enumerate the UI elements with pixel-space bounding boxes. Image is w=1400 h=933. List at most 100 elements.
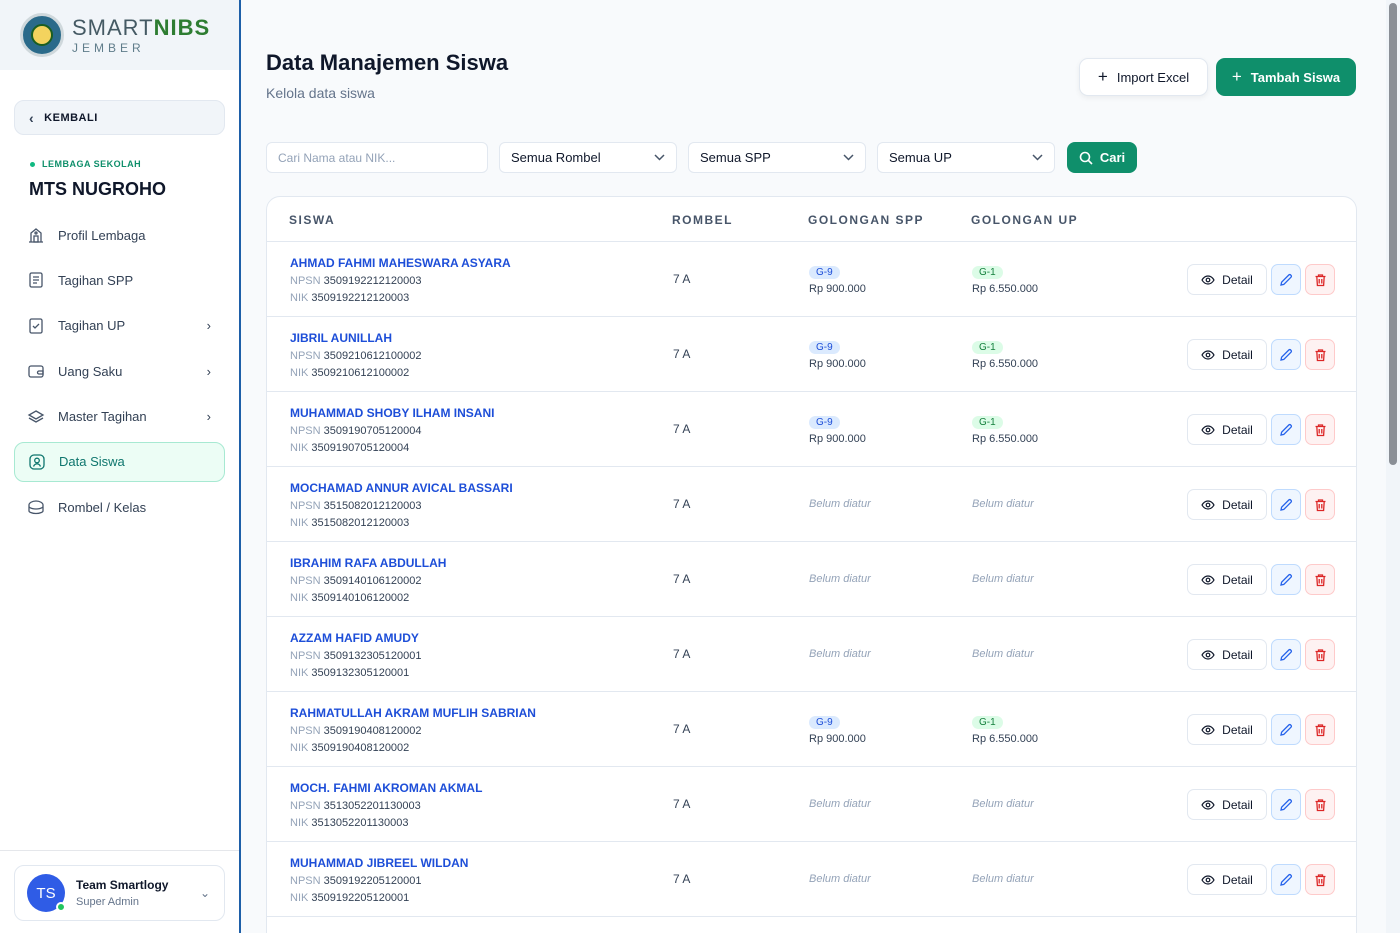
scrollbar-thumb[interactable]	[1389, 3, 1397, 465]
sidebar-item-profil-lembaga[interactable]: Profil Lembaga	[14, 215, 225, 255]
edit-button[interactable]	[1271, 714, 1301, 745]
edit-button[interactable]	[1271, 264, 1301, 295]
sidebar-item-label: Master Tagihan	[58, 409, 147, 425]
sidebar-item-master-tagihan[interactable]: Master Tagihan ›	[14, 397, 225, 437]
student-name-link[interactable]: JIBRIL AUNILLAH	[290, 331, 392, 345]
column-header-siswa: SISWA	[289, 213, 336, 227]
nik-value: 3509132305120001	[311, 667, 410, 679]
spp-cell: G-9 Rp 900.000	[809, 412, 866, 445]
up-unset: Belum diatur	[972, 498, 1034, 510]
up-amount: Rp 6.550.000	[972, 433, 1039, 445]
back-button[interactable]: ‹ KEMBALI	[14, 100, 225, 135]
student-name-link[interactable]: RAHMATULLAH AKRAM MUFLIH SABRIAN	[290, 706, 536, 720]
scrollbar[interactable]	[1386, 0, 1400, 933]
delete-button[interactable]	[1305, 789, 1335, 820]
sidebar-item-tagihan-spp[interactable]: Tagihan SPP	[14, 260, 225, 300]
edit-button[interactable]	[1271, 639, 1301, 670]
sidebar-item-data-siswa[interactable]: Data Siswa	[14, 441, 225, 482]
up-badge: G-1	[972, 416, 1003, 429]
sidebar-item-tagihan-up[interactable]: Tagihan UP ›	[14, 306, 225, 346]
sidebar-item-label: Data Siswa	[59, 454, 125, 470]
student-name-link[interactable]: MOCHAMAD ANNUR AVICAL BASSARI	[290, 481, 513, 495]
table-row: MOCHAMAD ANNUR AVICAL BASSARI NPSN 351508…	[267, 467, 1356, 542]
search-button[interactable]: Cari	[1067, 142, 1137, 173]
student-rombel: 7 A	[673, 797, 691, 811]
detail-button[interactable]: Detail	[1187, 864, 1267, 895]
spp-cell: G-9 Rp 900.000	[809, 337, 866, 370]
student-name-link[interactable]: MUHAMMAD JIBREEL WILDAN	[290, 856, 468, 870]
delete-button[interactable]	[1305, 564, 1335, 595]
trash-icon	[1314, 498, 1327, 512]
student-name-link[interactable]: IBRAHIM RAFA ABDULLAH	[290, 556, 446, 570]
detail-button[interactable]: Detail	[1187, 489, 1267, 520]
student-rombel: 7 A	[673, 272, 691, 286]
edit-button[interactable]	[1271, 489, 1301, 520]
edit-button[interactable]	[1271, 564, 1301, 595]
table-row: MUHAMMAD JIBREEL WILDAN NPSN 350919220512…	[267, 842, 1356, 917]
student-name-link[interactable]: MOCH. FAHMI AKROMAN AKMAL	[290, 781, 482, 795]
edit-button[interactable]	[1271, 339, 1301, 370]
sidebar-item-label: Tagihan UP	[58, 318, 126, 334]
status-dot-icon	[30, 161, 35, 167]
student-name-link[interactable]: MUHAMMAD SHOBY ILHAM INSANI	[290, 406, 494, 420]
up-select[interactable]: Semua UP	[877, 142, 1055, 173]
school-name: MTS NUGROHO	[29, 179, 166, 199]
table-row: MUHAMMAD SHOBY ILHAM INSANI NPSN 35091907…	[267, 392, 1356, 467]
rombel-select[interactable]: Semua Rombel	[499, 142, 677, 173]
checklist-icon	[27, 317, 45, 335]
search-input[interactable]	[266, 142, 488, 173]
student-nik: NIK 3509192205120001	[290, 892, 409, 904]
detail-button[interactable]: Detail	[1187, 339, 1267, 370]
nik-label: NIK	[290, 292, 309, 304]
delete-button[interactable]	[1305, 339, 1335, 370]
spp-cell: G-9 Rp 900.000	[809, 712, 866, 745]
user-role: Super Admin	[76, 896, 139, 908]
delete-button[interactable]	[1305, 639, 1335, 670]
student-rombel: 7 A	[673, 872, 691, 886]
detail-button-label: Detail	[1222, 722, 1253, 737]
student-name-link[interactable]: AZZAM HAFID AMUDY	[290, 631, 419, 645]
student-rombel: 7 A	[673, 422, 691, 436]
detail-button[interactable]: Detail	[1187, 414, 1267, 445]
delete-button[interactable]	[1305, 489, 1335, 520]
brand-name-light: SMART	[72, 14, 154, 40]
nik-label: NIK	[290, 592, 309, 604]
pencil-icon	[1279, 273, 1293, 287]
table-row: JIBRIL AUNILLAH NPSN 3509210612100002 NIK …	[267, 317, 1356, 392]
detail-button[interactable]: Detail	[1187, 264, 1267, 295]
avatar: TS	[27, 874, 66, 912]
delete-button[interactable]	[1305, 864, 1335, 895]
detail-button[interactable]: Detail	[1187, 789, 1267, 820]
detail-button[interactable]: Detail	[1187, 564, 1267, 595]
import-excel-button[interactable]: + Import Excel	[1079, 58, 1208, 96]
sidebar-item-uang-saku[interactable]: Uang Saku ›	[14, 351, 225, 391]
spp-select[interactable]: Semua SPP	[688, 142, 866, 173]
delete-button[interactable]	[1305, 714, 1335, 745]
edit-button[interactable]	[1271, 789, 1301, 820]
student-npsn: NPSN 3509192205120001	[290, 875, 422, 887]
detail-button-label: Detail	[1222, 422, 1253, 437]
up-cell: G-1 Rp 6.550.000	[972, 412, 1038, 445]
logo[interactable]: SMARTNIBS JEMBER	[0, 0, 239, 70]
table-body: AHMAD FAHMI MAHESWARA ASYARA NPSN 3509192…	[267, 242, 1356, 917]
nik-label: NIK	[290, 517, 309, 529]
detail-button[interactable]: Detail	[1187, 639, 1267, 670]
trash-icon	[1314, 423, 1327, 437]
user-menu[interactable]: TS Team Smartlogy Super Admin ⌄	[14, 865, 225, 921]
up-unset: Belum diatur	[972, 798, 1034, 810]
delete-button[interactable]	[1305, 264, 1335, 295]
add-student-button[interactable]: + Tambah Siswa	[1216, 58, 1356, 96]
detail-button[interactable]: Detail	[1187, 714, 1267, 745]
student-name-link[interactable]: AHMAD FAHMI MAHESWARA ASYARA	[290, 256, 511, 270]
edit-button[interactable]	[1271, 864, 1301, 895]
delete-button[interactable]	[1305, 414, 1335, 445]
trash-icon	[1314, 798, 1327, 812]
up-amount: Rp 6.550.000	[972, 733, 1039, 745]
chevron-down-icon	[654, 152, 665, 164]
student-rombel: 7 A	[673, 647, 691, 661]
table-row: IBRAHIM RAFA ABDULLAH NPSN 35091401061200…	[267, 542, 1356, 617]
sidebar-item-rombel-kelas[interactable]: Rombel / Kelas	[14, 487, 225, 527]
plus-icon: +	[1231, 67, 1242, 86]
student-rombel: 7 A	[673, 497, 691, 511]
edit-button[interactable]	[1271, 414, 1301, 445]
